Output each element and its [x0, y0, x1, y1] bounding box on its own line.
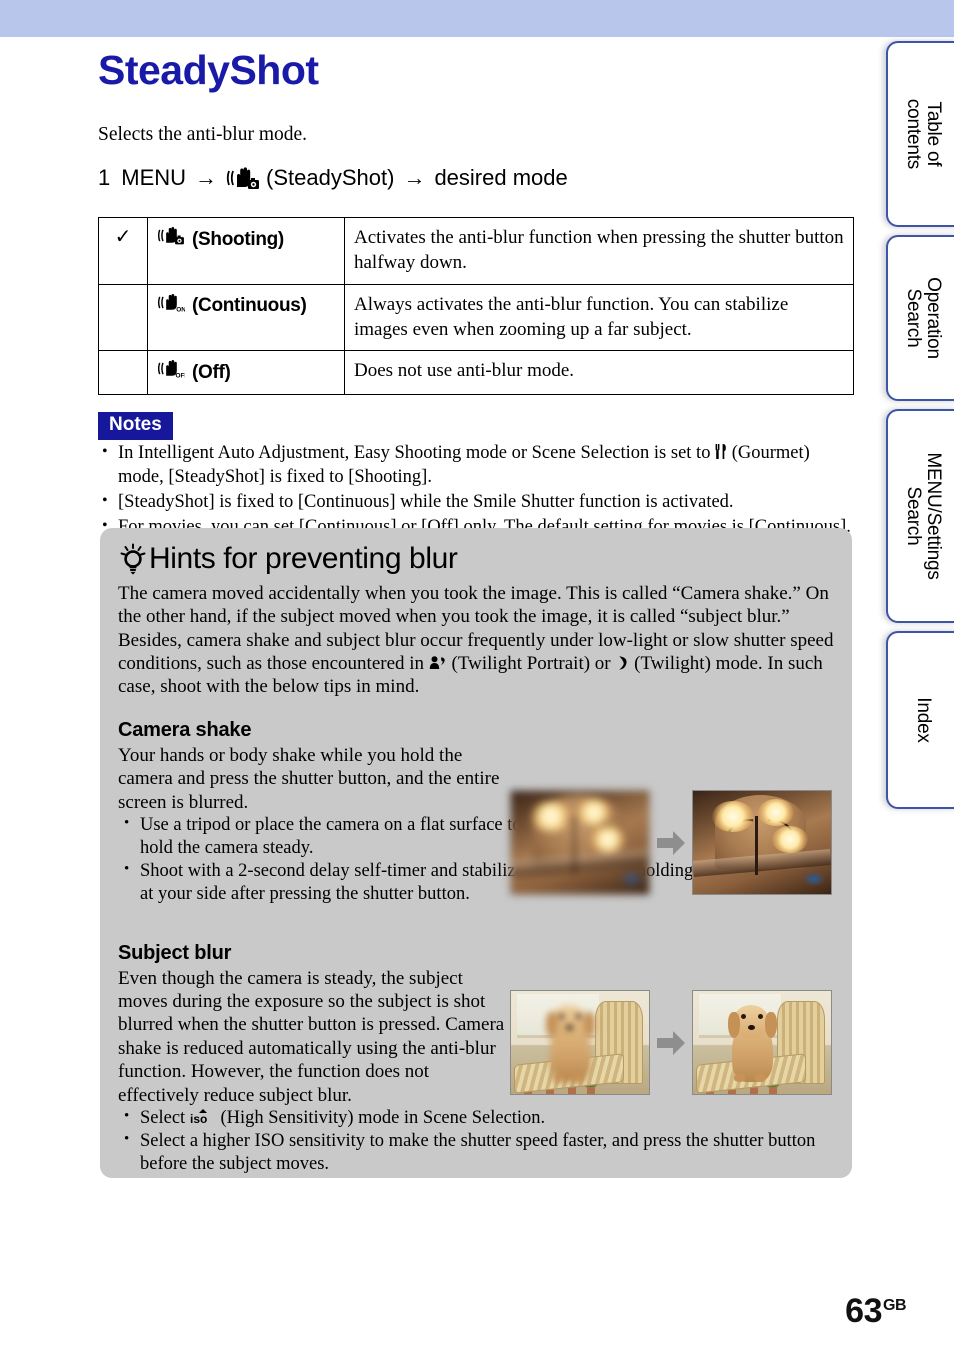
- high-sensitivity-iso-icon: iso: [190, 1108, 216, 1126]
- page-number-suffix: GB: [883, 1296, 907, 1314]
- hints-intro: The camera moved accidentally when you t…: [118, 582, 834, 699]
- blurred-chandelier-photo: [510, 790, 650, 895]
- tab-line-2: Search: [903, 486, 924, 546]
- arrow-right-icon: →: [195, 165, 218, 190]
- steadyshot-continuous-icon: ON: [157, 292, 186, 320]
- blurred-dog-photo: [510, 990, 650, 1095]
- sharp-dog-photo: [692, 990, 832, 1095]
- twilight-portrait-icon: [429, 655, 447, 671]
- mode-cell: ON (Continuous): [147, 283, 345, 352]
- steadyshot-modes-table: ✓ (Shooting) Activates the anti-blur fun…: [98, 217, 854, 396]
- arrow-right-icon: [650, 829, 692, 857]
- intro-text: Selects the anti-blur mode.: [98, 124, 308, 145]
- side-tab-rail: Table of contents Operation Search MENU/…: [886, 37, 954, 809]
- hints-title-text: Hints for preventing blur: [149, 542, 458, 575]
- svg-text:iso: iso: [190, 1112, 207, 1125]
- table-row[interactable]: OFF (Off) Does not use anti-blur mode.: [98, 350, 854, 396]
- list-item: Use a tripod or place the camera on a fl…: [118, 814, 540, 860]
- sharp-chandelier-photo: [692, 790, 832, 895]
- subject-blur-example-pair: [510, 990, 832, 1095]
- top-band: [0, 0, 954, 37]
- list-item: Select iso (High Sensitivity) mode in Sc…: [118, 1107, 560, 1130]
- page-number: 63GB: [845, 1292, 906, 1331]
- subject-blur-heading: Subject blur: [118, 941, 232, 964]
- mode-label: (Continuous): [192, 295, 307, 317]
- default-check-cell: ✓: [98, 217, 148, 285]
- mode-label: (Shooting): [192, 228, 284, 250]
- menu-step-line: 1 MENU → (SteadyShot) → desired mode: [98, 165, 568, 191]
- steadyshot-off-icon: OFF: [157, 358, 188, 386]
- tab-label-table-of-contents: Table of contents: [903, 98, 945, 170]
- tip-text-b: (High Sensitivity) mode in Scene Selecti…: [215, 1108, 546, 1129]
- table-row[interactable]: ON (Continuous) Always activates the ant…: [98, 283, 854, 352]
- tab-label-index: Index: [913, 697, 935, 743]
- page-number-value: 63: [845, 1292, 882, 1330]
- default-check-cell: [98, 283, 148, 352]
- tab-line-2: Search: [903, 288, 924, 348]
- arrow-right-icon-2: →: [403, 165, 426, 190]
- subject-blur-tips: Select iso (High Sensitivity) mode in Sc…: [118, 1107, 834, 1176]
- table-row[interactable]: ✓ (Shooting) Activates the anti-blur fun…: [98, 217, 854, 285]
- camera-shake-example-pair: [510, 790, 832, 895]
- hints-panel: Hints for preventing blur The camera mov…: [100, 528, 852, 1178]
- steadyshot-icon: [226, 165, 260, 191]
- list-item: [SteadyShot] is fixed to [Continuous] wh…: [98, 491, 858, 515]
- step-number: 1: [98, 165, 111, 190]
- mode-description: Activates the anti-blur function when pr…: [344, 217, 854, 285]
- mode-label: (Off): [192, 361, 231, 383]
- tab-line-1: Index: [913, 697, 935, 743]
- list-item: Select a higher ISO sensitivity to make …: [118, 1130, 840, 1176]
- mode-description: Always activates the anti-blur function.…: [344, 283, 854, 352]
- list-item: In Intelligent Auto Adjustment, Easy Sho…: [98, 442, 858, 490]
- arrow-right-icon: [650, 1029, 692, 1057]
- hints-intro-b: (Twilight Portrait) or: [446, 653, 616, 675]
- tip-text-a: Select: [140, 1108, 190, 1129]
- step-target: desired mode: [434, 165, 568, 190]
- default-check-cell: [98, 350, 148, 396]
- steadyshot-caption: (SteadyShot): [266, 165, 395, 190]
- tab-line-1: Operation: [923, 277, 945, 359]
- notes-badge: Notes: [98, 412, 173, 440]
- svg-text:OFF: OFF: [175, 372, 185, 379]
- camera-shake-heading: Camera shake: [118, 718, 252, 741]
- sidebar-item-menu-settings-search[interactable]: MENU/Settings Search: [886, 409, 954, 623]
- sidebar-item-operation-search[interactable]: Operation Search: [886, 235, 954, 401]
- tab-line-1: MENU/Settings: [923, 452, 945, 580]
- tab-line-2: contents: [903, 98, 924, 170]
- subject-blur-body: Even though the camera is steady, the su…: [118, 967, 505, 1106]
- note-text-a: In Intelligent Auto Adjustment, Easy Sho…: [118, 443, 716, 463]
- tab-line-1: Table of: [923, 101, 945, 167]
- sidebar-item-index[interactable]: Index: [886, 631, 954, 809]
- hints-title: Hints for preventing blur: [118, 542, 834, 576]
- tab-label-menu-settings-search: MENU/Settings Search: [903, 452, 945, 580]
- page-title: SteadyShot: [98, 47, 319, 93]
- menu-label: MENU: [121, 165, 187, 190]
- steadyshot-shooting-icon: [157, 225, 185, 253]
- lightbulb-icon: [118, 543, 148, 575]
- twilight-moon-icon: [615, 655, 629, 671]
- gourmet-icon: [715, 443, 727, 460]
- checkmark-icon: ✓: [114, 226, 132, 248]
- svg-text:ON: ON: [176, 306, 185, 313]
- sidebar-item-table-of-contents[interactable]: Table of contents: [886, 41, 954, 227]
- camera-shake-body: Your hands or body shake while you hold …: [118, 744, 500, 813]
- mode-description: Does not use anti-blur mode.: [344, 350, 854, 396]
- mode-cell: (Shooting): [147, 217, 345, 285]
- mode-cell: OFF (Off): [147, 350, 345, 396]
- tab-label-operation-search: Operation Search: [903, 277, 945, 359]
